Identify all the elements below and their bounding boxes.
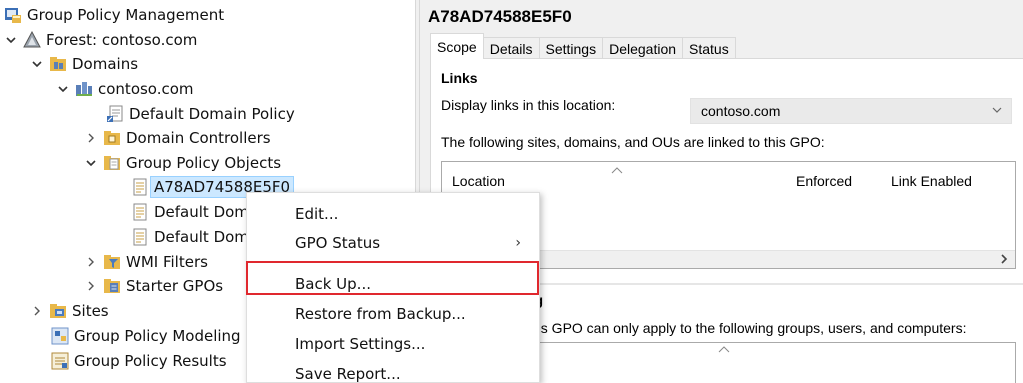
submenu-arrow-icon: › [515, 235, 521, 251]
column-header-link-enabled[interactable]: Link Enabled [891, 162, 972, 200]
tree-node-domain[interactable]: contoso.com [55, 77, 194, 101]
location-dropdown-value: contoso.com [701, 103, 781, 119]
menu-item-restore-from-backup[interactable]: Restore from Backup... [247, 302, 539, 326]
menu-item-label: GPO Status [295, 234, 381, 252]
tree-label: Sites [72, 302, 109, 320]
sort-ascending-icon [611, 166, 623, 176]
tree-label: Group Policy Modeling [74, 327, 241, 345]
menu-item-label: Back Up... [295, 275, 371, 293]
tree-label: Default Domain Policy [129, 105, 295, 123]
domain-icon [75, 80, 93, 98]
chevron-right-icon[interactable] [29, 303, 45, 319]
tree-label: WMI Filters [126, 253, 208, 271]
tab-delegation[interactable]: Delegation [602, 37, 684, 59]
tree-node-gpo-default-1[interactable]: Default Dom [127, 200, 249, 224]
sites-icon [49, 302, 67, 320]
menu-item-import-settings[interactable]: Import Settings... [247, 332, 539, 356]
chevron-right-icon[interactable] [83, 254, 99, 270]
group-policy-management-icon [4, 6, 22, 24]
tree-label: Domain Controllers [126, 129, 271, 147]
chevron-down-icon[interactable] [29, 56, 45, 72]
tree-label: Group Policy Objects [126, 154, 282, 172]
tree-label: Group Policy Results [74, 352, 227, 370]
tab-status[interactable]: Status [682, 37, 736, 59]
chevron-down-icon[interactable] [83, 155, 99, 171]
tree-node-gp-modeling[interactable]: Group Policy Modeling [47, 324, 241, 348]
links-heading: Links [441, 70, 478, 86]
tree-node-gpm-root[interactable]: Group Policy Management [2, 3, 224, 27]
gpo-title: A78AD74588E5F0 [428, 7, 572, 26]
tree-label: Default Dom [154, 228, 249, 246]
tab-settings[interactable]: Settings [538, 37, 604, 59]
tree-node-sites[interactable]: Sites [29, 299, 109, 323]
menu-item-edit[interactable]: Edit... [247, 202, 539, 226]
chevron-right-icon[interactable] [83, 130, 99, 146]
tree-node-default-domain-policy[interactable]: Default Domain Policy [102, 102, 295, 126]
forest-icon [23, 31, 41, 49]
tree-label: Starter GPOs [126, 277, 224, 295]
results-icon [51, 352, 69, 370]
menu-item-back-up[interactable]: Back Up... [247, 272, 539, 296]
ou-folder-icon [103, 129, 121, 147]
chevron-down-icon[interactable] [55, 81, 71, 97]
chevron-down-icon [991, 104, 1003, 119]
column-header-enforced[interactable]: Enforced [796, 162, 852, 200]
tab-details[interactable]: Details [482, 37, 540, 59]
menu-item-label: Save Report... [295, 365, 401, 383]
menu-item-label: Import Settings... [295, 335, 426, 353]
menu-separator [249, 261, 539, 262]
menu-item-save-report[interactable]: Save Report... [247, 362, 539, 383]
wmi-filter-icon [103, 253, 121, 271]
tree-node-gpo-default-2[interactable]: Default Dom [127, 225, 249, 249]
display-links-label: Display links in this location: [441, 97, 616, 113]
tree-label: Group Policy Management [27, 6, 225, 24]
tab-strip: Scope Details Settings Delegation Status [430, 33, 736, 59]
tree-node-group-policy-objects[interactable]: Group Policy Objects [83, 151, 281, 175]
tree-label: Forest: contoso.com [46, 31, 198, 49]
linked-description: The following sites, domains, and OUs ar… [441, 134, 825, 150]
gpo-icon [131, 228, 149, 246]
menu-item-gpo-status[interactable]: GPO Status › [247, 231, 539, 255]
context-menu: Edit... GPO Status › Back Up... Restore … [246, 192, 540, 383]
gpo-folder-icon [103, 154, 121, 172]
tree-node-wmi-filters[interactable]: WMI Filters [83, 250, 208, 274]
gpo-icon [131, 203, 149, 221]
tree-label: Domains [72, 55, 139, 73]
domains-folder-icon [49, 55, 67, 73]
chevron-down-icon[interactable] [3, 32, 19, 48]
tab-scope[interactable]: Scope [430, 33, 484, 59]
menu-item-label: Restore from Backup... [295, 305, 466, 323]
modeling-icon [51, 327, 69, 345]
tree-node-forest[interactable]: Forest: contoso.com [3, 28, 197, 52]
tree-node-domain-controllers[interactable]: Domain Controllers [83, 126, 271, 150]
starter-gpo-icon [103, 277, 121, 295]
tree-node-gp-results[interactable]: Group Policy Results [47, 349, 227, 373]
sort-ascending-icon [718, 345, 730, 355]
tree-node-starter-gpos[interactable]: Starter GPOs [83, 274, 223, 298]
menu-item-label: Edit... [295, 205, 339, 223]
scroll-right-icon[interactable] [999, 252, 1009, 269]
security-filtering-description: this GPO can only apply to the following… [526, 320, 967, 336]
chevron-right-icon[interactable] [83, 278, 99, 294]
gpo-link-icon [106, 105, 124, 123]
tree-label: Default Dom [154, 203, 249, 221]
location-dropdown[interactable]: contoso.com [690, 98, 1012, 124]
tree-node-domains[interactable]: Domains [29, 52, 138, 76]
tree-label: contoso.com [98, 80, 194, 98]
gpo-icon [131, 178, 149, 196]
